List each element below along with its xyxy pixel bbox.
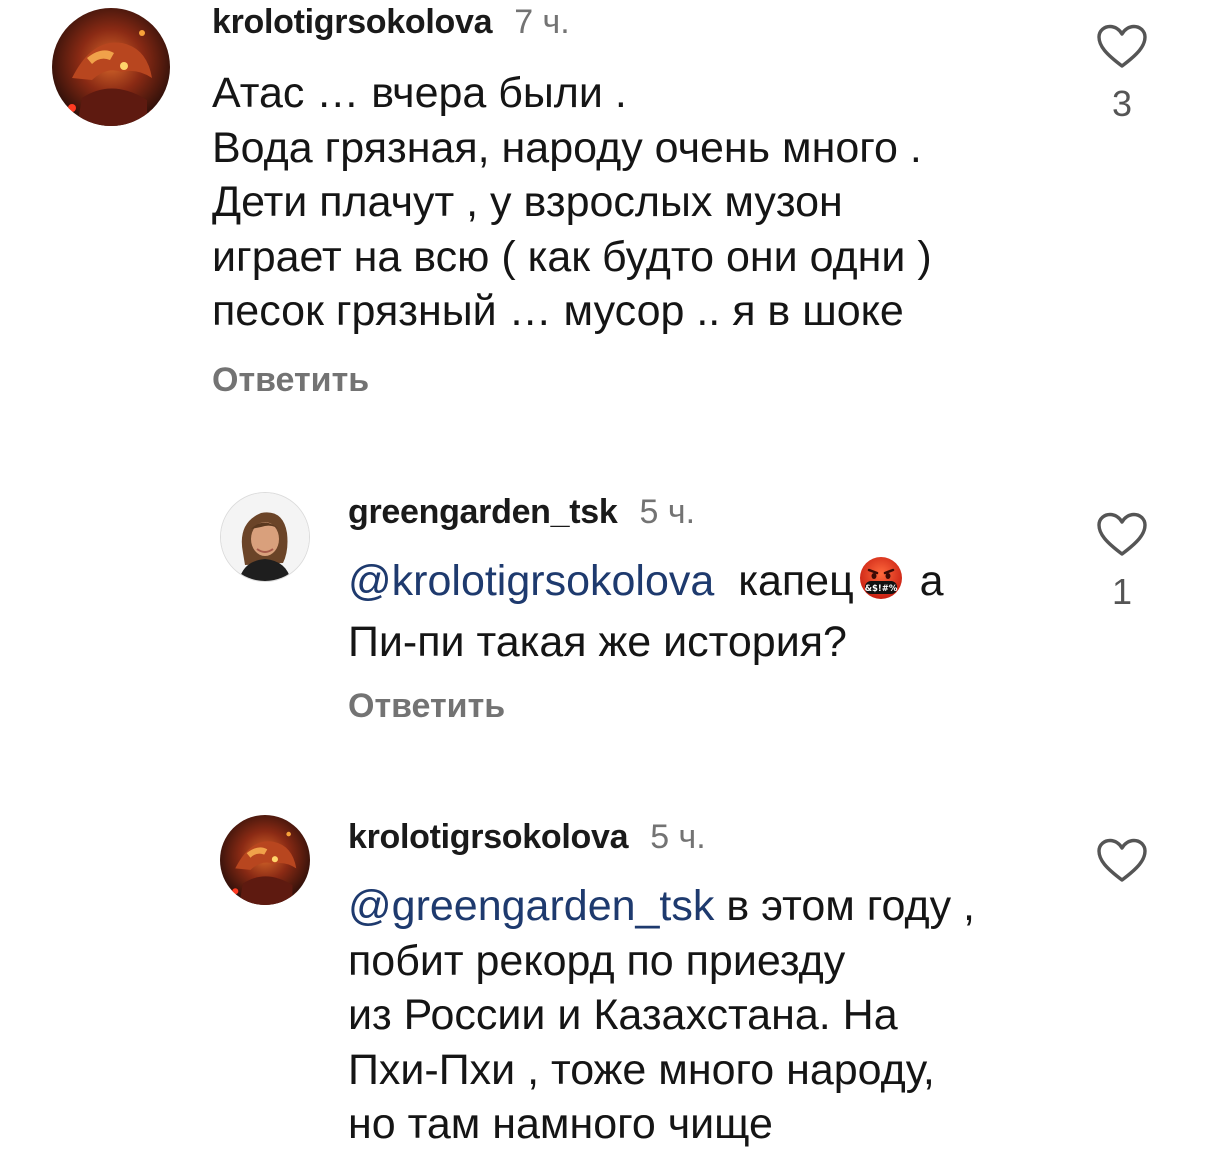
comment-header: krolotigrsokolova 7 ч.: [212, 2, 570, 42]
comment-header: greengarden_tsk 5 ч.: [348, 492, 695, 532]
comment-3: krolotigrsokolova 5 ч. @greengarden_tsk в…: [0, 805, 1219, 1158]
timestamp: 5 ч.: [639, 493, 696, 531]
username[interactable]: krolotigrsokolova: [212, 3, 492, 41]
comment-line: но там намного чище: [348, 1100, 773, 1148]
avatar-woman[interactable]: [220, 492, 310, 582]
like-count: 3: [1111, 83, 1133, 124]
comment-line: Атас … вчера были .: [212, 69, 627, 117]
timestamp: 5 ч.: [650, 818, 706, 856]
avatar-dragon[interactable]: [52, 8, 170, 126]
comment-2: greengarden_tsk 5 ч. @krolotigrsokolova к…: [0, 480, 1219, 740]
heart-outline-icon: [1097, 24, 1147, 68]
reply-button[interactable]: Ответить: [212, 360, 369, 400]
comment-text: @greengarden_tsk в этом году , побит рек…: [348, 879, 975, 1152]
reply-button[interactable]: Ответить: [348, 686, 505, 726]
comment-fragment: в этом году ,: [726, 882, 975, 930]
comment-1: krolotigrsokolova 7 ч. Атас … вчера были …: [0, 0, 1219, 420]
comment-line: побит рекорд по приезду: [348, 936, 846, 985]
comment-line: Дети плачут , у взрослых музон: [212, 178, 843, 226]
comment-line: играет на всю ( как будто они одни ): [212, 232, 932, 281]
avatar-dragon[interactable]: [220, 815, 310, 905]
comment-line: @greengarden_tsk в этом году ,: [348, 879, 975, 934]
comment-fragment: капец: [738, 557, 854, 605]
dragon-avatar-image: [52, 8, 170, 126]
comment-header: krolotigrsokolova 5 ч.: [348, 817, 706, 857]
like-button[interactable]: 1: [1090, 512, 1154, 612]
comment-line: Вода грязная, народу очень много .: [212, 123, 922, 172]
heart-outline-icon: [1097, 838, 1147, 882]
woman-portrait-image: [221, 493, 309, 581]
like-count: 1: [1111, 571, 1133, 612]
username[interactable]: krolotigrsokolova: [348, 818, 628, 856]
angry-symbols-emoji-icon: &$!#%: [858, 555, 904, 615]
comment-line: Пи-пи такая же история?: [348, 617, 847, 666]
comment-line: @krolotigrsokolova капец &$!#% а: [348, 554, 944, 615]
like-button[interactable]: [1090, 838, 1154, 884]
comment-text: Атас … вчера были . Вода грязная, народу…: [212, 66, 932, 339]
username[interactable]: greengarden_tsk: [348, 493, 618, 531]
timestamp: 7 ч.: [514, 3, 570, 41]
svg-text:&$!#%: &$!#%: [864, 584, 897, 594]
dragon-avatar-image: [220, 815, 310, 905]
mention-link[interactable]: @greengarden_tsk: [348, 882, 714, 930]
comment-fragment: а: [919, 557, 944, 605]
comment-line: Пхи-Пхи , тоже много народу,: [348, 1045, 935, 1094]
comment-line: песок грязный … мусор .. я в шоке: [212, 287, 904, 335]
heart-outline-icon: [1097, 512, 1147, 556]
comment-text: @krolotigrsokolova капец &$!#% а Пи-пи т…: [348, 554, 944, 669]
like-button[interactable]: 3: [1090, 24, 1154, 124]
mention-link[interactable]: @krolotigrsokolova: [348, 557, 714, 605]
comment-line: из России и Казахстана. На: [348, 991, 898, 1039]
